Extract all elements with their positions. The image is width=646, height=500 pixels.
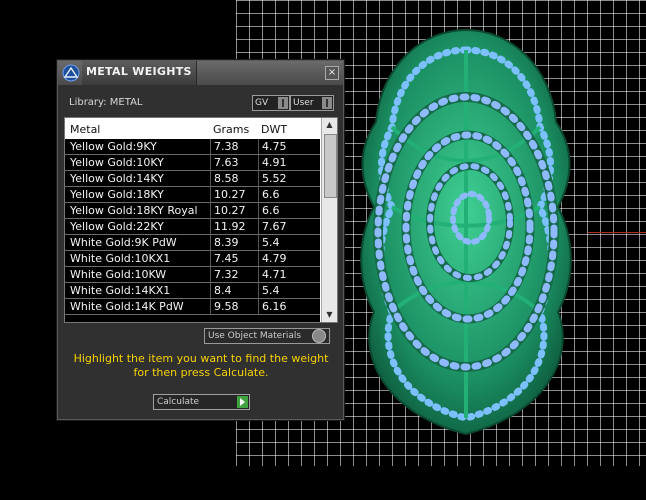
dwt-cell: 4.79 bbox=[262, 252, 287, 265]
library-gv-select[interactable]: GV bbox=[252, 95, 290, 111]
scroll-down-icon[interactable]: ▼ bbox=[323, 309, 336, 321]
dwt-cell: 4.71 bbox=[262, 268, 287, 281]
metal-name-cell: White Gold:10KW bbox=[65, 267, 211, 282]
matrix-logo-icon bbox=[60, 63, 82, 83]
dwt-cell: 4.91 bbox=[262, 156, 287, 169]
dwt-cell: 6.6 bbox=[262, 188, 280, 201]
close-icon[interactable]: × bbox=[325, 66, 339, 80]
column-header-dwt[interactable]: DWT bbox=[261, 123, 287, 136]
grams-cell: 9.58 bbox=[211, 299, 259, 314]
table-row[interactable]: Yellow Gold:9KY 7.38 4.75 bbox=[65, 139, 320, 154]
table-body: Yellow Gold:9KY 7.38 4.75 Yellow Gold:10KY 7… bbox=[65, 139, 320, 322]
metal-name-cell: Yellow Gold:14KY bbox=[65, 171, 211, 186]
dwt-cell: 7.67 bbox=[262, 220, 287, 233]
library-user-select[interactable]: User bbox=[290, 95, 334, 111]
dwt-cell: 4.75 bbox=[262, 140, 287, 153]
instruction-text: Highlight the item you want to find the … bbox=[73, 352, 329, 379]
table-row[interactable]: Yellow Gold:18KY 10.27 6.6 bbox=[65, 187, 320, 202]
dwt-cell: 5.4 bbox=[262, 236, 280, 249]
metal-name-cell: Yellow Gold:18KY Royal bbox=[65, 203, 211, 218]
toggle-icon bbox=[278, 97, 288, 109]
table-row[interactable]: Yellow Gold:10KY 7.63 4.91 bbox=[65, 155, 320, 170]
table-row[interactable]: White Gold:10KW 7.32 4.71 bbox=[65, 267, 320, 282]
table-row[interactable]: Yellow Gold:22KY 11.92 7.67 bbox=[65, 219, 320, 234]
grams-cell: 10.27 bbox=[211, 187, 259, 202]
library-gv-label: GV bbox=[255, 98, 269, 108]
grams-cell: 7.38 bbox=[211, 139, 259, 154]
dwt-cell: 6.6 bbox=[262, 204, 280, 217]
grams-cell: 8.4 bbox=[211, 283, 259, 298]
metal-name-cell: White Gold:14KX1 bbox=[65, 283, 211, 298]
panel-title-tab: METAL WEIGHTS bbox=[82, 61, 197, 85]
scroll-up-icon[interactable]: ▲ bbox=[323, 119, 336, 131]
play-icon bbox=[237, 396, 248, 408]
metal-name-cell: White Gold:14K PdW bbox=[65, 299, 211, 314]
table-row[interactable]: White Gold:14K PdW 9.58 6.16 bbox=[65, 299, 320, 314]
scroll-thumb[interactable] bbox=[324, 134, 337, 198]
row-divider bbox=[65, 314, 320, 315]
dwt-cell: 6.16 bbox=[262, 300, 287, 313]
calculate-label: Calculate bbox=[157, 397, 200, 407]
ring-model[interactable] bbox=[336, 22, 596, 442]
toggle-icon bbox=[322, 97, 332, 109]
metal-name-cell: Yellow Gold:10KY bbox=[65, 155, 211, 170]
metal-name-cell: Yellow Gold:22KY bbox=[65, 219, 211, 234]
table-header: Metal Grams DWT bbox=[65, 118, 320, 139]
table-row[interactable]: Yellow Gold:14KY 8.58 5.52 bbox=[65, 171, 320, 186]
table-scrollbar[interactable]: ▲ ▼ bbox=[321, 118, 337, 322]
use-object-materials-toggle[interactable] bbox=[312, 329, 326, 343]
metal-name-cell: White Gold:10KX1 bbox=[65, 251, 211, 266]
grams-cell: 11.92 bbox=[211, 219, 259, 234]
metal-name-cell: Yellow Gold:18KY bbox=[65, 187, 211, 202]
grams-cell: 8.39 bbox=[211, 235, 259, 250]
column-header-grams[interactable]: Grams bbox=[213, 123, 249, 136]
table-row[interactable]: White Gold:14KX1 8.4 5.4 bbox=[65, 283, 320, 298]
library-label: Library: METAL bbox=[69, 97, 143, 108]
grams-cell: 10.27 bbox=[211, 203, 259, 218]
dwt-cell: 5.52 bbox=[262, 172, 287, 185]
column-header-metal[interactable]: Metal bbox=[70, 123, 100, 136]
table-row[interactable]: Yellow Gold:18KY Royal 10.27 6.6 bbox=[65, 203, 320, 218]
panel-titlebar[interactable]: METAL WEIGHTS × bbox=[58, 61, 343, 85]
metal-name-cell: Yellow Gold:9KY bbox=[65, 139, 211, 154]
metal-name-cell: White Gold:9K PdW bbox=[65, 235, 211, 250]
table-row[interactable]: White Gold:10KX1 7.45 4.79 bbox=[65, 251, 320, 266]
grams-cell: 7.45 bbox=[211, 251, 259, 266]
grams-cell: 8.58 bbox=[211, 171, 259, 186]
grams-cell: 7.32 bbox=[211, 267, 259, 282]
library-user-label: User bbox=[293, 98, 314, 108]
axis-line bbox=[588, 232, 646, 233]
calculate-button[interactable]: Calculate bbox=[153, 394, 250, 410]
dwt-cell: 5.4 bbox=[262, 284, 280, 297]
table-row[interactable]: White Gold:9K PdW 8.39 5.4 bbox=[65, 235, 320, 250]
metal-weights-panel: METAL WEIGHTS × Library: METAL GV User M… bbox=[57, 60, 344, 420]
panel-title: METAL WEIGHTS bbox=[86, 65, 192, 78]
grams-cell: 7.63 bbox=[211, 155, 259, 170]
metal-table: Metal Grams DWT Yellow Gold:9KY 7.38 4.75 Y… bbox=[64, 117, 338, 323]
